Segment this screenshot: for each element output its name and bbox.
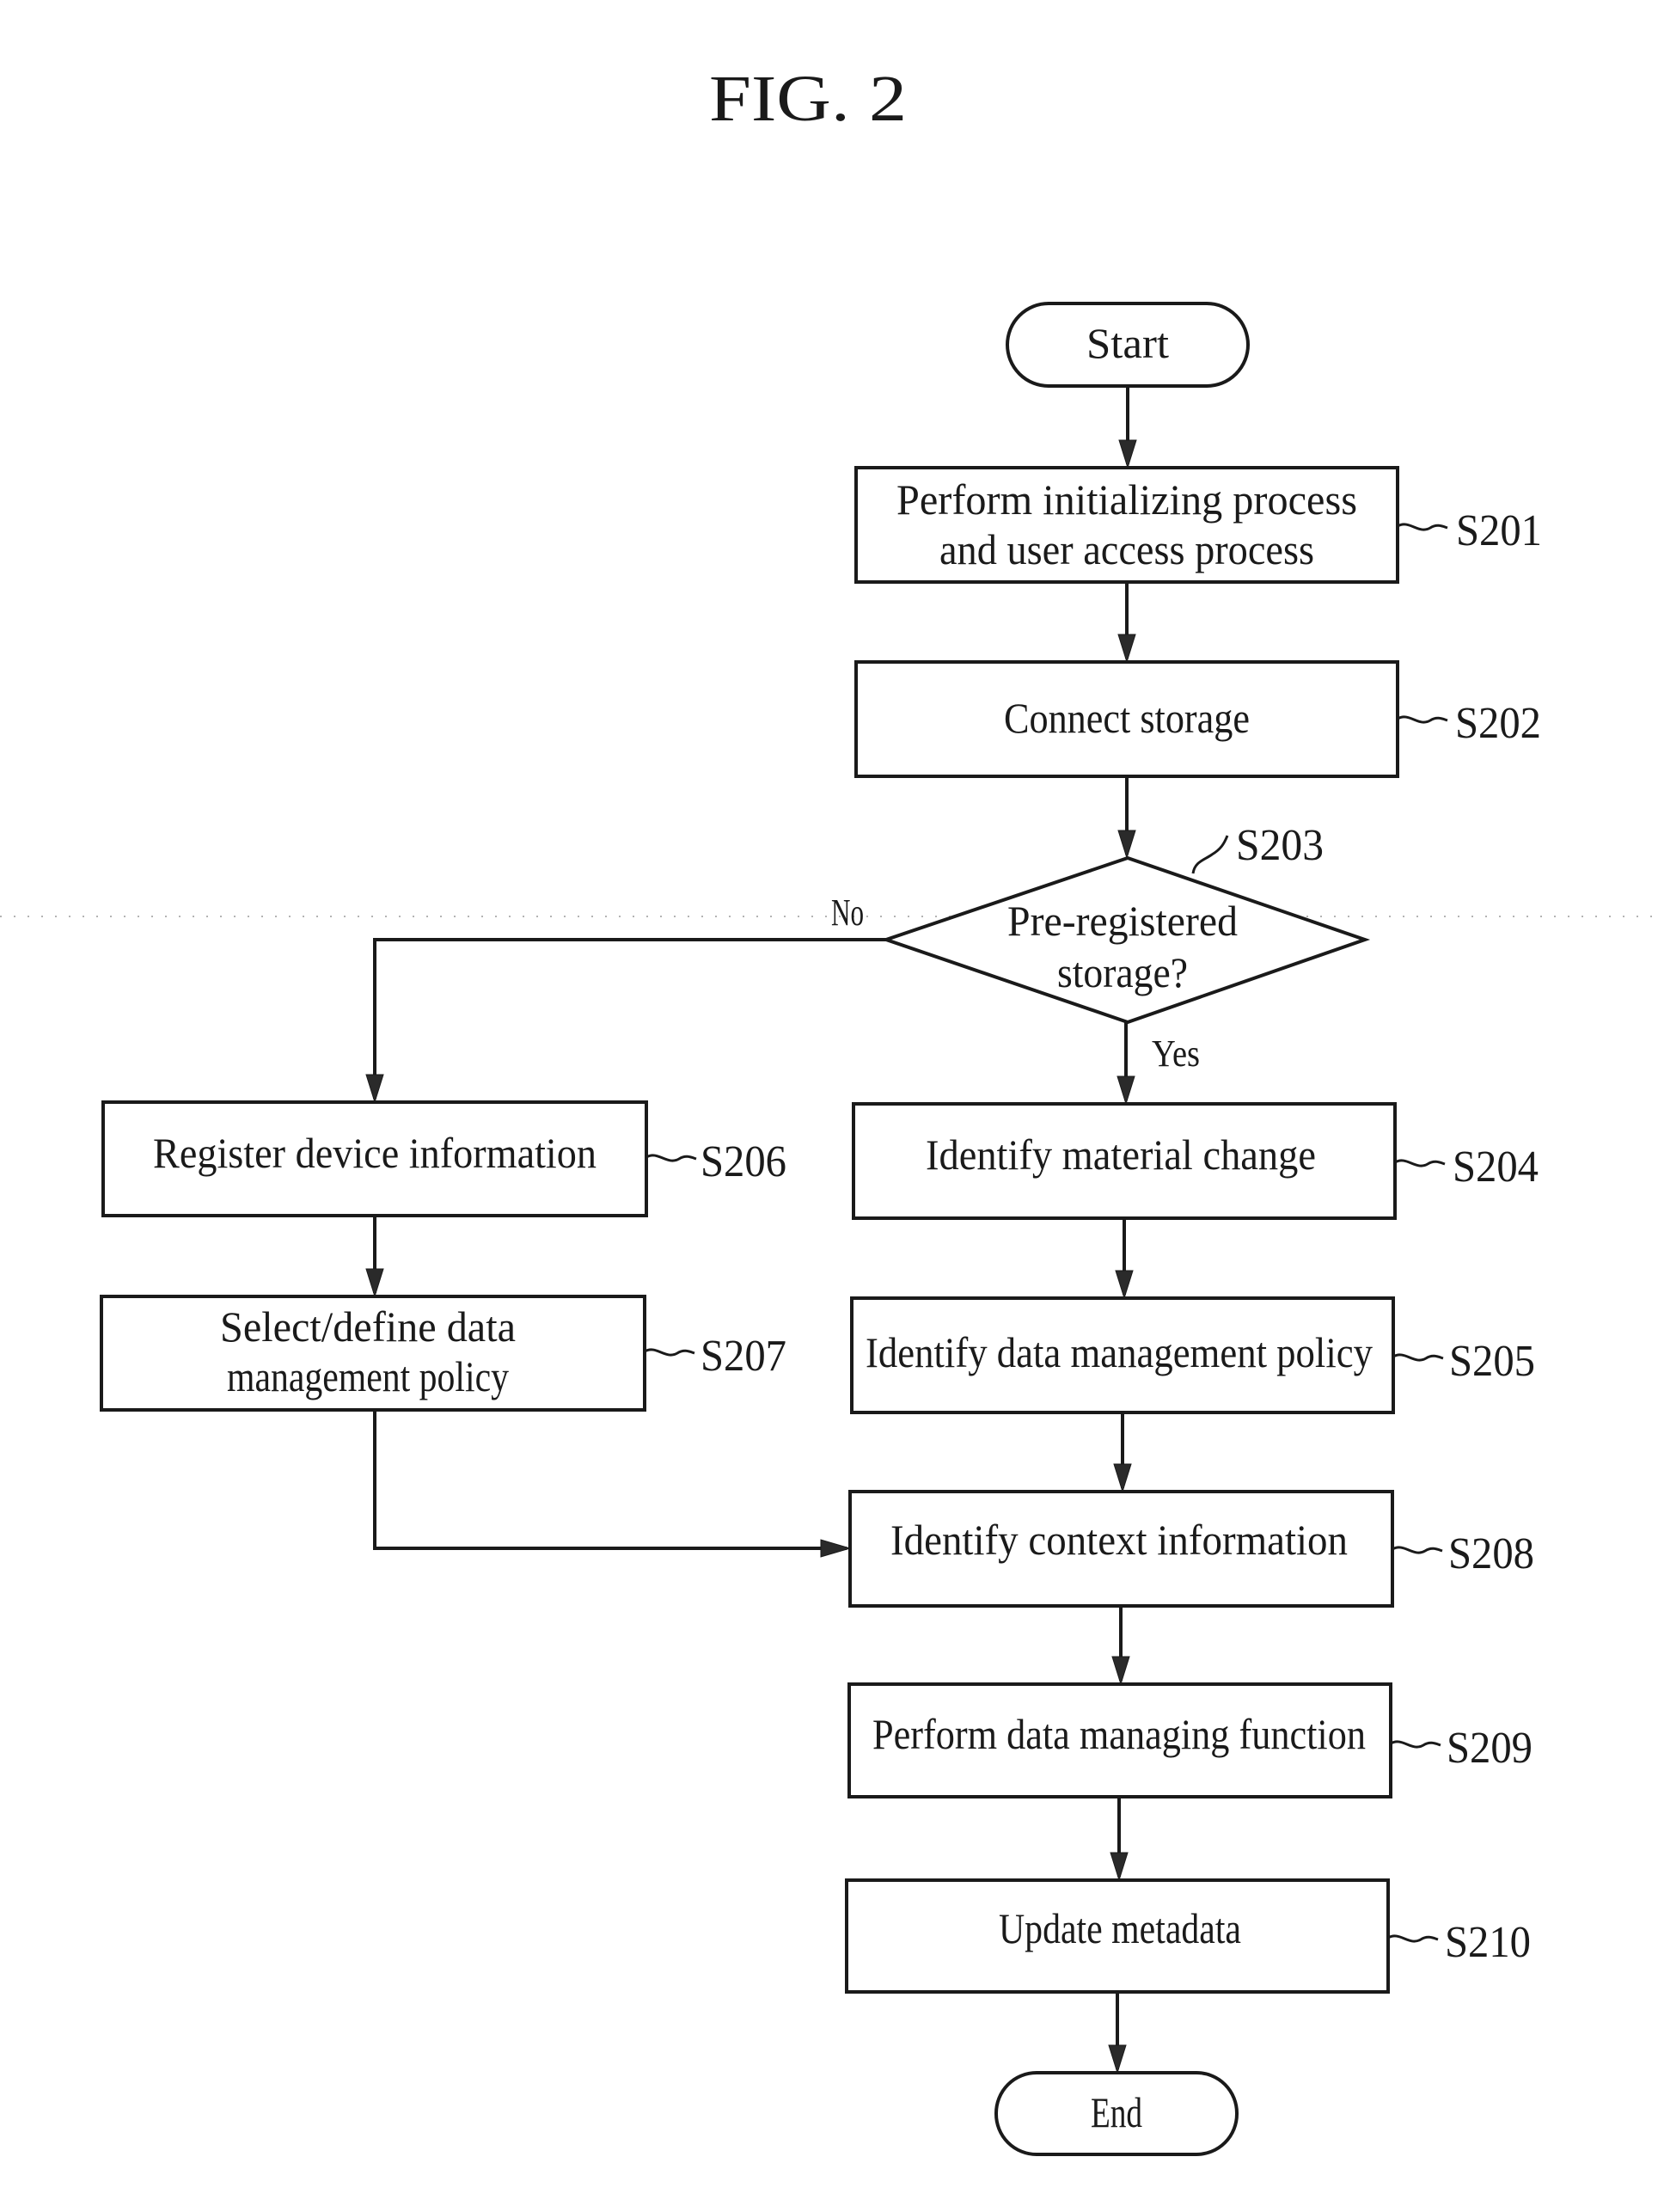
step-s205-line-1: Identify data management policy bbox=[866, 1328, 1373, 1376]
ref-leader-s210 bbox=[1387, 1934, 1439, 1943]
arrowhead-s201 bbox=[1118, 439, 1137, 469]
step-s207-line-2: management policy bbox=[227, 1352, 509, 1400]
connector-s203-s206-no bbox=[373, 938, 886, 1099]
ref-label-s203: S203 bbox=[1236, 821, 1324, 870]
step-s204[interactable]: Identify material change bbox=[852, 1102, 1397, 1220]
step-s208-line-1: Identify context information bbox=[890, 1516, 1348, 1564]
arrowhead-s203 bbox=[1117, 830, 1136, 860]
decision-s203[interactable]: Pre-registered storage? bbox=[880, 855, 1371, 1025]
arrowhead-s209 bbox=[1111, 1656, 1130, 1686]
step-s206[interactable]: Register device information bbox=[101, 1100, 648, 1217]
ref-leader-s202 bbox=[1397, 715, 1448, 724]
arrowhead-s208-top bbox=[1113, 1463, 1132, 1493]
step-s201[interactable]: Perform initializing process and user ac… bbox=[854, 466, 1399, 584]
step-s206-line-1: Register device information bbox=[153, 1129, 597, 1177]
ref-label-s204: S204 bbox=[1453, 1143, 1539, 1192]
step-s208[interactable]: Identify context information bbox=[848, 1490, 1394, 1608]
flowchart: FIG. 2 Start Perform initializing proces… bbox=[0, 63, 1658, 2156]
decision-s203-line-1: Pre-registered bbox=[1007, 897, 1238, 945]
ref-label-s209: S209 bbox=[1447, 1724, 1533, 1773]
ref-label-s206: S206 bbox=[701, 1137, 786, 1186]
ref-label-s208: S208 bbox=[1448, 1529, 1534, 1578]
arrowhead-s207 bbox=[365, 1268, 384, 1298]
step-s202-line-1: Connect storage bbox=[1004, 694, 1250, 742]
branch-label-no: No bbox=[831, 892, 864, 934]
step-s207[interactable]: Select/define data management policy bbox=[100, 1295, 646, 1412]
step-s204-line-1: Identify material change bbox=[926, 1131, 1316, 1179]
ref-label-s205: S205 bbox=[1449, 1337, 1535, 1386]
ref-label-s201: S201 bbox=[1456, 506, 1542, 555]
step-s201-line-1: Perform initializing process bbox=[896, 475, 1357, 524]
start-terminal-label: Start bbox=[1086, 319, 1169, 367]
connectors bbox=[373, 386, 1129, 2069]
ref-leader-s209 bbox=[1390, 1740, 1441, 1749]
step-s210[interactable]: Update metadata bbox=[845, 1878, 1390, 1994]
arrowhead-s208-left bbox=[820, 1539, 852, 1558]
connector-s207-s208 bbox=[373, 1410, 847, 1550]
arrowhead-end bbox=[1108, 2044, 1127, 2074]
arrowhead-s204 bbox=[1117, 1075, 1135, 1106]
ref-label-s210: S210 bbox=[1445, 1918, 1531, 1967]
arrowhead-s206 bbox=[365, 1074, 384, 1104]
step-s207-line-1: Select/define data bbox=[220, 1302, 516, 1351]
step-s209-line-1: Perform data managing function bbox=[872, 1710, 1366, 1758]
ref-label-s207: S207 bbox=[701, 1332, 786, 1381]
ref-leader-s203 bbox=[1191, 835, 1229, 874]
decision-s203-line-2: storage? bbox=[1057, 948, 1188, 996]
ref-leader-s207 bbox=[644, 1348, 695, 1357]
step-s209[interactable]: Perform data managing function bbox=[847, 1682, 1392, 1798]
ref-leader-s201 bbox=[1397, 523, 1448, 531]
figure-title: FIG. 2 bbox=[709, 63, 907, 135]
ref-leader-s204 bbox=[1394, 1159, 1446, 1167]
step-s201-line-2: and user access process bbox=[939, 525, 1314, 573]
step-s210-line-1: Update metadata bbox=[999, 1904, 1241, 1952]
ref-leader-s206 bbox=[645, 1154, 697, 1162]
arrowhead-s205 bbox=[1115, 1270, 1134, 1300]
step-s205[interactable]: Identify data management policy bbox=[850, 1296, 1395, 1414]
arrowhead-s210 bbox=[1110, 1852, 1129, 1882]
step-s202[interactable]: Connect storage bbox=[854, 660, 1399, 778]
ref-label-s202: S202 bbox=[1455, 699, 1541, 748]
ref-leader-s208 bbox=[1392, 1546, 1443, 1554]
end-terminal[interactable]: End bbox=[994, 2071, 1239, 2156]
arrowhead-s202 bbox=[1117, 634, 1136, 664]
end-terminal-label: End bbox=[1091, 2088, 1142, 2136]
branch-label-yes: Yes bbox=[1152, 1032, 1200, 1075]
ref-leader-s205 bbox=[1392, 1353, 1444, 1362]
start-terminal[interactable]: Start bbox=[1006, 302, 1250, 388]
